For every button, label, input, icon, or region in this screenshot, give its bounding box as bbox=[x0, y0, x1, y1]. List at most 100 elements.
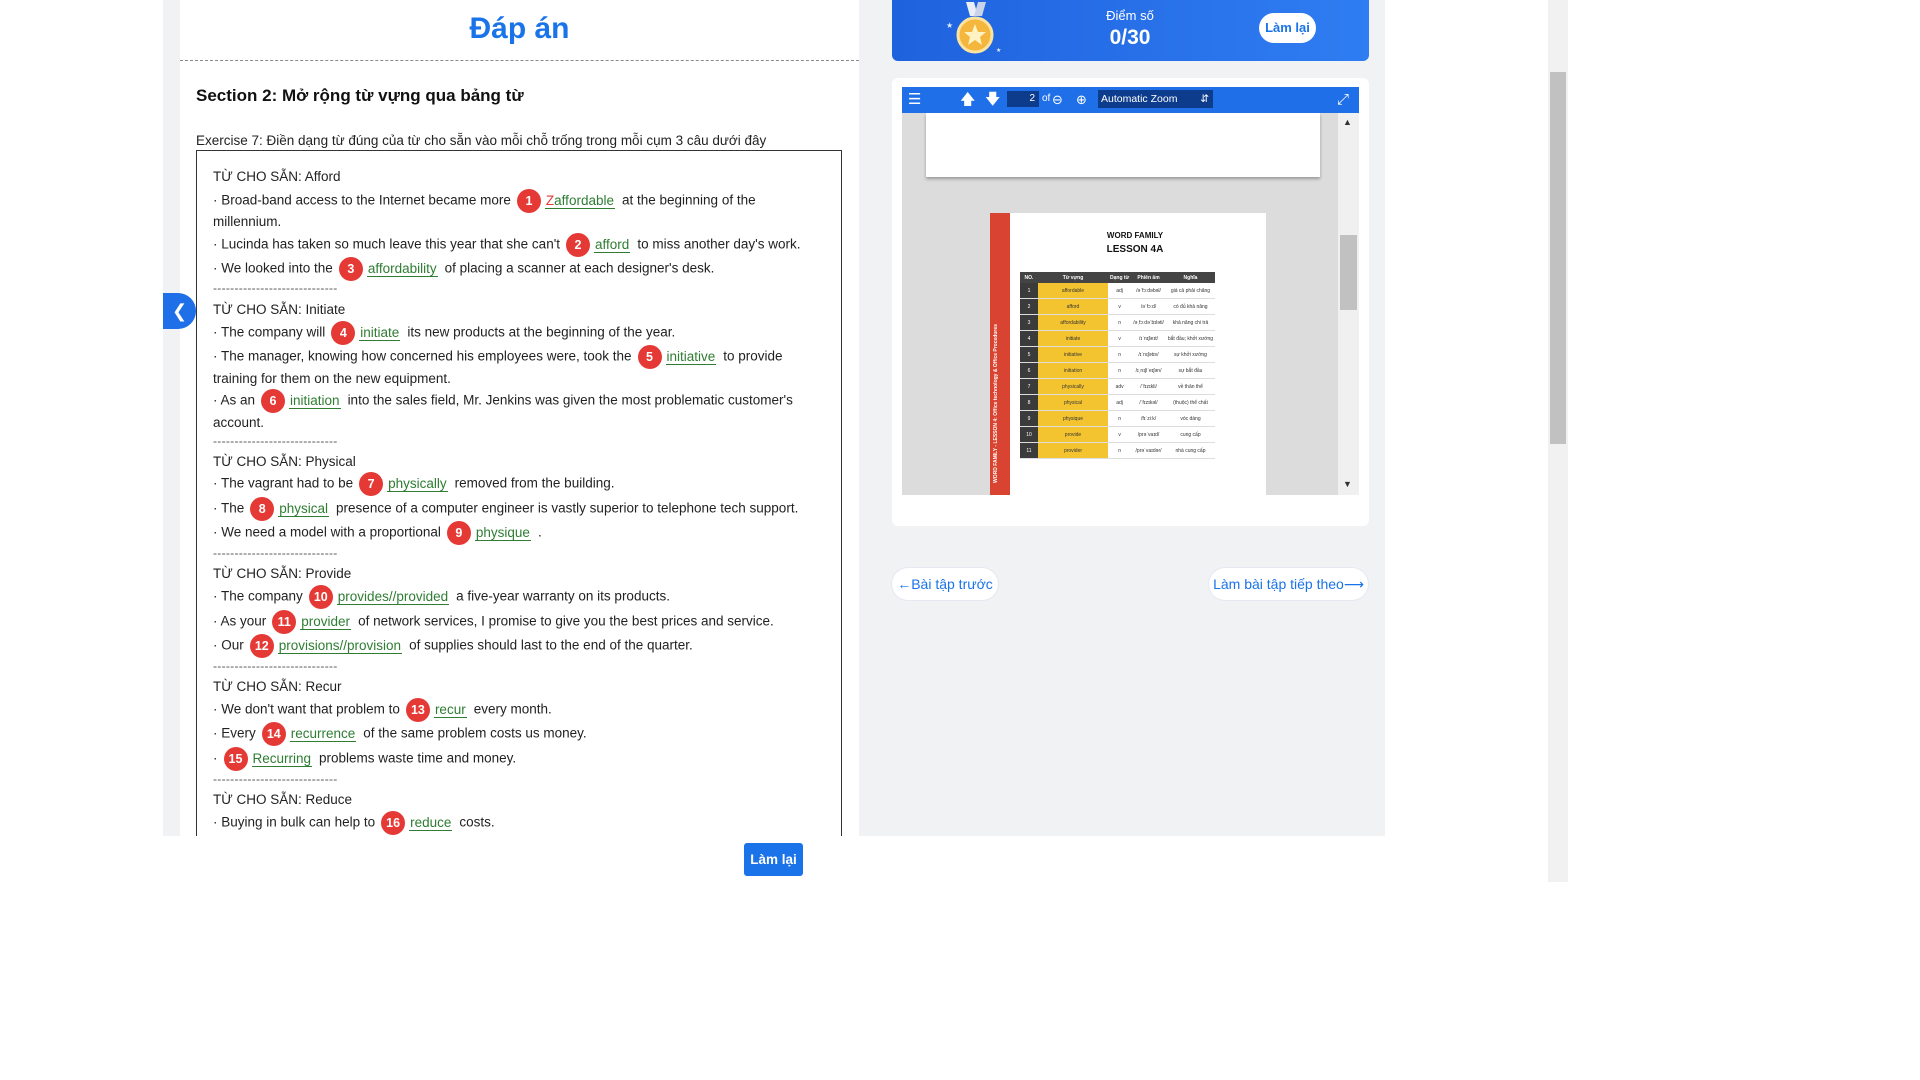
pdf-heading: WORD FAMILY bbox=[1106, 231, 1164, 240]
table-header: Phiên âm bbox=[1131, 272, 1166, 283]
table-cell: n bbox=[1108, 346, 1132, 363]
arrow-down-icon[interactable]: 🡇 bbox=[985, 87, 1000, 113]
zoom-select[interactable]: Automatic Zoom ⇵ bbox=[1098, 90, 1213, 108]
table-row: 2 afford v/əˈfɔːd/có đủ khả năng bbox=[1020, 298, 1216, 315]
previous-exercise-button[interactable]: ←Bài tập trước bbox=[892, 568, 998, 600]
separator: ----------------------------- bbox=[213, 434, 338, 448]
answer-text: initiate bbox=[359, 324, 401, 341]
arrow-up-icon[interactable]: 🡅 bbox=[960, 87, 975, 113]
question-number-badge: 2 bbox=[566, 233, 591, 257]
answer-text: physical bbox=[278, 500, 330, 517]
question-number-badge: 5 bbox=[637, 345, 662, 369]
select-arrows-icon: ⇵ bbox=[1200, 93, 1209, 105]
answer-text: recurrence bbox=[289, 725, 357, 742]
exercise-line: · Broad-band access to the Internet beca… bbox=[213, 189, 756, 213]
question-number-badge: 4 bbox=[331, 321, 356, 345]
question-number-badge: 9 bbox=[446, 521, 471, 545]
question-number-badge: 3 bbox=[338, 257, 363, 281]
line-text: · Our bbox=[213, 637, 244, 653]
answer-panel: Đáp án Section 2: Mở rộng từ vựng qua bả… bbox=[180, 0, 859, 850]
page-scrollbar-thumb[interactable] bbox=[1550, 72, 1566, 444]
scroll-up-icon[interactable]: ▲ bbox=[1343, 117, 1352, 127]
fullscreen-icon[interactable]: ⤢ bbox=[1337, 87, 1349, 113]
table-cell: /əˌfɔːdəˈbɪləti/ bbox=[1131, 314, 1166, 331]
table-cell: /ˈfɪzɪkli/ bbox=[1131, 378, 1166, 395]
line-text: · We looked into the bbox=[213, 260, 333, 276]
next-exercise-button[interactable]: Làm bài tập tiếp theo⟶ bbox=[1209, 568, 1368, 600]
line-text: . bbox=[537, 524, 542, 540]
exercise-line: · We don't want that problem to 13 recur ev… bbox=[213, 698, 552, 722]
line-text: · The vagrant had to be bbox=[213, 475, 354, 491]
table-row: 7 physically adv/ˈfɪzɪkli/về thân thể bbox=[1020, 378, 1216, 395]
line-text: · We don't want that problem to bbox=[213, 701, 400, 717]
chevron-left-icon: ❮ bbox=[171, 301, 188, 321]
table-cell: /əˈfɔːd/ bbox=[1131, 298, 1166, 315]
line-text: · Broad-band access to the Internet beca… bbox=[213, 192, 511, 208]
table-row: 1 affordable adj/əˈfɔːdəbəl/giá cả phải ch… bbox=[1020, 283, 1216, 299]
table-cell: n bbox=[1108, 442, 1132, 459]
answer-text: recur bbox=[433, 701, 467, 718]
table-row: 5 initiative n/ɪˈnɪʃətɪv/sự khởi xướng bbox=[1020, 346, 1216, 363]
exercise-line: · As an 6 initiation into the sales field, … bbox=[213, 389, 793, 413]
question-number-badge: 15 bbox=[223, 747, 248, 771]
exercise-line: · The company 10 provides//provided a five-… bbox=[213, 585, 670, 609]
exercise-line: · We looked into the 3 affordability of pla… bbox=[213, 257, 714, 281]
table-cell: 9 bbox=[1020, 410, 1038, 427]
line-text: presence of a computer engineer is vastl… bbox=[336, 500, 799, 516]
exercise-line: account. bbox=[213, 415, 265, 430]
table-cell: /prəˈvaɪd/ bbox=[1131, 426, 1166, 443]
group-label: TỪ CHO SẴN: Provide bbox=[213, 566, 352, 581]
separator: ----------------------------- bbox=[213, 281, 338, 295]
table-row: 6 initiation n/ɪˌnɪʃiˈeɪʃən/sự bắt đầu bbox=[1020, 362, 1216, 379]
table-cell: /ɪˌnɪʃiˈeɪʃən/ bbox=[1131, 362, 1166, 379]
zoom-out-icon[interactable]: ⊖ bbox=[1052, 87, 1063, 113]
exercise-line: · Buying in bulk can help to 16 reduce cost… bbox=[213, 811, 495, 835]
pdf-scrollbar-thumb[interactable] bbox=[1340, 235, 1357, 310]
line-text: to provide bbox=[723, 348, 783, 364]
table-cell: 6 bbox=[1020, 362, 1038, 379]
page-number-input[interactable]: 2 bbox=[1007, 91, 1039, 107]
table-cell: 1 bbox=[1020, 283, 1038, 299]
pdf-side-text: WORD FAMILY - LESSON 4: Office technolog… bbox=[993, 324, 999, 483]
exercise-line: · Every 14 recurrence of the same problem c… bbox=[213, 722, 587, 746]
question-number-badge: 12 bbox=[249, 634, 274, 658]
section-title: Section 2: Mở rộng từ vựng qua bảng từ bbox=[196, 86, 524, 105]
scroll-down-icon[interactable]: ▼ bbox=[1343, 479, 1352, 489]
table-cell: provide bbox=[1038, 426, 1108, 443]
table-cell: physically bbox=[1038, 378, 1108, 395]
retry-bottom-button[interactable]: Làm lại bbox=[744, 843, 803, 876]
table-row: 11 provider n/prəˈvaɪdər/nhà cung cấp bbox=[1020, 442, 1216, 459]
table-cell: có đủ khả năng bbox=[1165, 298, 1216, 315]
zoom-in-icon[interactable]: ⊕ bbox=[1076, 87, 1087, 113]
exercise-line: · The vagrant had to be 7 physically remove… bbox=[213, 472, 614, 496]
retry-button[interactable]: Làm lại bbox=[1259, 13, 1316, 43]
exercise-line: millennium. bbox=[213, 214, 282, 229]
question-number-badge: 10 bbox=[308, 585, 333, 609]
table-cell: /ɪˈnɪʃətɪv/ bbox=[1131, 346, 1166, 363]
line-text: · The manager, knowing how concerned his… bbox=[213, 348, 632, 364]
table-cell: adj bbox=[1108, 394, 1132, 411]
answer-text: affordability bbox=[366, 260, 438, 277]
pdf-page: WORD FAMILY - LESSON 4: Office technolog… bbox=[990, 213, 1266, 495]
table-row: 3 affordability n/əˌfɔːdəˈbɪləti/khả năng … bbox=[1020, 314, 1216, 331]
line-text: · As an bbox=[213, 392, 256, 408]
answer-text: reduce bbox=[409, 814, 453, 831]
table-cell: cung cấp bbox=[1165, 426, 1216, 443]
menu-icon[interactable]: ☰ bbox=[908, 87, 921, 113]
exercise-line: · We need a model with a proportional 9 ph… bbox=[213, 521, 542, 545]
table-cell: affordable bbox=[1038, 283, 1108, 299]
table-cell: n bbox=[1108, 314, 1132, 331]
line-text: of the same problem costs us money. bbox=[363, 725, 587, 741]
line-text: · As your bbox=[213, 613, 267, 629]
exercise-line: · The 8 physical presence of a computer eng… bbox=[213, 497, 798, 521]
table-cell: /ˈfɪzɪkəl/ bbox=[1131, 394, 1166, 411]
table-cell: (thuộc) thể chất bbox=[1165, 394, 1216, 411]
answer-text: physically bbox=[387, 475, 448, 492]
table-cell: về thân thể bbox=[1165, 378, 1216, 395]
table-cell: 11 bbox=[1020, 442, 1038, 459]
answer-text: Zaffordable bbox=[544, 192, 615, 209]
table-cell: provider bbox=[1038, 442, 1108, 459]
svg-text:★: ★ bbox=[946, 21, 953, 30]
table-cell: sự bắt đầu bbox=[1165, 362, 1216, 379]
table-header-row: NO. Từ vựng Dạng từ Phiên âm Nghĩa bbox=[1020, 272, 1216, 283]
